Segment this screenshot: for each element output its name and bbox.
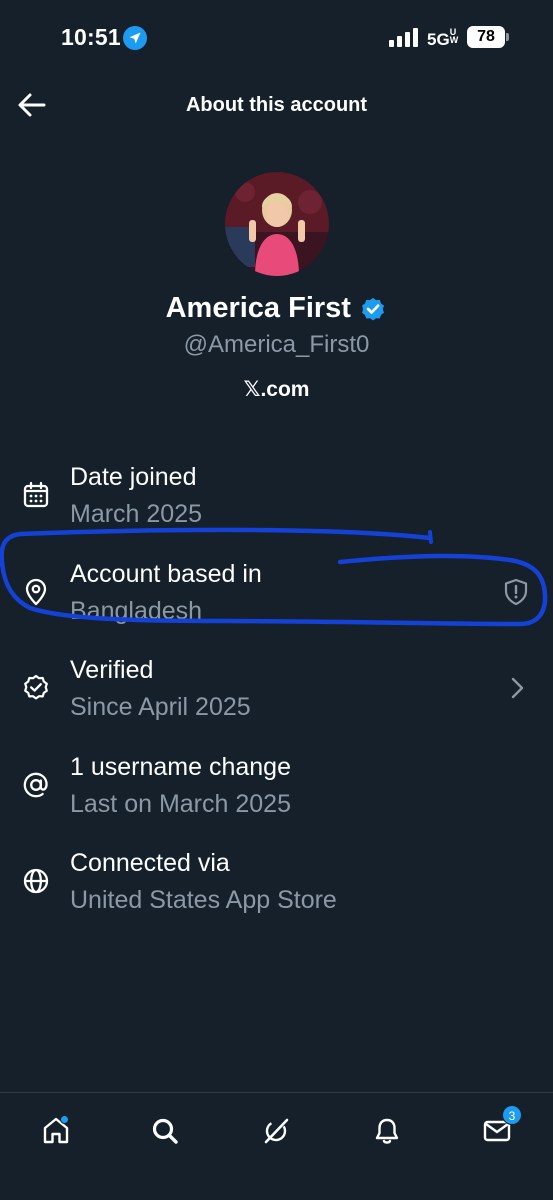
- info-connected-via: Connected via United States App Store: [0, 844, 553, 936]
- info-subtitle: Bangladesh: [70, 597, 203, 625]
- info-date-joined: Date joined March 2025: [0, 458, 553, 550]
- avatar-image: [225, 172, 329, 276]
- avatar[interactable]: [225, 172, 329, 276]
- display-name: America First: [165, 292, 351, 324]
- info-username-change: 1 username change Last on March 2025: [0, 748, 553, 840]
- status-time: 10:51: [61, 24, 121, 50]
- battery-tip: [506, 33, 509, 41]
- info-title: Date joined: [70, 463, 197, 491]
- bottom-tab-bar: 3: [0, 1092, 553, 1200]
- location-pin-icon: [25, 578, 47, 606]
- chevron-right-icon[interactable]: [502, 673, 532, 703]
- search-icon: [152, 1118, 178, 1144]
- page-title: About this account: [185, 94, 368, 116]
- handle: @America_First0: [183, 331, 370, 358]
- tab-messages[interactable]: 3: [477, 1105, 522, 1151]
- display-name-row: America First: [0, 292, 553, 325]
- calendar-icon: [23, 481, 49, 508]
- info-subtitle: March 2025: [70, 500, 203, 528]
- cellular-signal-icon: [389, 28, 418, 47]
- header: About this account: [0, 76, 553, 132]
- info-title: 1 username change: [70, 753, 291, 781]
- info-title: Verified: [70, 656, 154, 684]
- site-suffix: .com: [260, 378, 310, 401]
- at-sign-icon: [23, 772, 48, 798]
- messages-count-badge: 3: [502, 1105, 522, 1125]
- info-title: Account based in: [70, 560, 262, 588]
- site-link[interactable]: 𝕏.com: [0, 377, 553, 402]
- x-logo-mark: 𝕏: [243, 377, 261, 401]
- tab-grok[interactable]: [256, 1111, 296, 1151]
- verified-badge-icon: [362, 297, 385, 320]
- shield-alert-icon[interactable]: [501, 577, 531, 607]
- info-account-based-in: Account based in Bangladesh: [0, 555, 553, 647]
- info-subtitle: Last on March 2025: [70, 790, 291, 818]
- tab-notifications[interactable]: [367, 1111, 407, 1151]
- home-notification-dot: [60, 1115, 69, 1124]
- tab-search[interactable]: [145, 1111, 185, 1151]
- info-subtitle: Since April 2025: [70, 693, 251, 721]
- tab-home[interactable]: [36, 1111, 76, 1151]
- battery-indicator: 78: [467, 26, 505, 48]
- info-title: Connected via: [70, 849, 230, 877]
- verified-check-icon: [24, 674, 48, 700]
- info-verified[interactable]: Verified Since April 2025: [0, 651, 553, 743]
- status-bar: 10:51 5GU W 78: [0, 0, 553, 70]
- grok-icon: [264, 1118, 289, 1144]
- network-type: 5GU W: [427, 27, 459, 50]
- info-subtitle: United States App Store: [70, 886, 337, 914]
- globe-icon: [23, 868, 49, 894]
- bell-icon: [375, 1118, 399, 1144]
- location-arrow-icon: [123, 26, 147, 50]
